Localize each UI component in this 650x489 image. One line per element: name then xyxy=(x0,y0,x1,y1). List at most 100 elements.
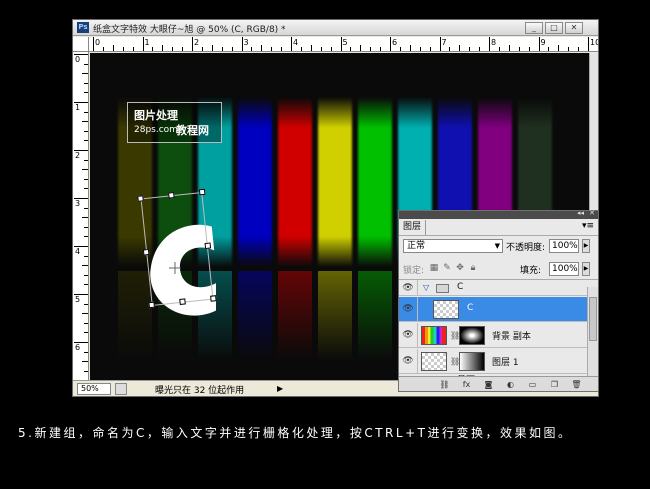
ruler-tick xyxy=(241,37,243,51)
watermark-line1: 图片处理 xyxy=(134,109,178,122)
ruler-tick xyxy=(538,37,540,51)
status-info-icon[interactable] xyxy=(115,383,127,395)
ruler-tick xyxy=(399,47,401,51)
blend-mode-select[interactable]: 正常 ▼ xyxy=(403,239,503,253)
eye-icon[interactable]: 👁︎ xyxy=(402,283,414,293)
watermark-logo: 图片处理 28ps.com 教程网 xyxy=(127,102,222,143)
title-bar[interactable]: Ps 纸盒文字特效 大眼仔~旭 @ 50% (C, RGB/8) * _ □ ✕ xyxy=(73,20,598,36)
transform-handle-top-right[interactable] xyxy=(198,188,206,196)
ruler-tick xyxy=(84,284,88,286)
ruler-tick xyxy=(102,47,104,51)
eye-icon[interactable]: 👁︎ xyxy=(402,304,414,314)
ruler-tick xyxy=(84,226,88,228)
ruler-left-number: 0 xyxy=(75,55,81,64)
transform-handle-right[interactable] xyxy=(204,242,212,250)
ruler-tick xyxy=(84,92,88,94)
ruler-tick xyxy=(479,47,481,51)
restore-button[interactable]: □ xyxy=(545,22,563,34)
tab-layers[interactable]: 图层 xyxy=(399,220,427,235)
transform-handle-bottom-left[interactable] xyxy=(148,301,156,309)
layer-row-c[interactable]: 👁︎ C xyxy=(399,297,589,322)
layer-row-group-c[interactable]: 👁︎ ▽ C xyxy=(399,280,589,296)
ruler-tick xyxy=(112,45,114,51)
layer-row-background-copy[interactable]: 👁︎ ⛓︎ 背景 副本 xyxy=(399,323,589,348)
ruler-tick xyxy=(419,47,421,51)
lock-all-icon[interactable]: 🔒︎ xyxy=(468,263,478,273)
ruler-tick xyxy=(370,47,372,51)
layer-mask-thumbnail[interactable] xyxy=(459,352,485,371)
transform-handle-top[interactable] xyxy=(168,191,175,199)
panel-grip[interactable]: ◂◂ ✕ xyxy=(399,209,598,219)
ruler-tick xyxy=(271,47,273,51)
collapse-icon[interactable]: ◂◂ xyxy=(577,209,584,217)
scrollbar-thumb[interactable] xyxy=(589,297,597,341)
fill-field[interactable]: 100% xyxy=(549,262,579,276)
zoom-field[interactable]: 50% xyxy=(77,383,111,395)
transform-handle-left[interactable] xyxy=(142,248,150,256)
panel-close-icon[interactable]: ✕ xyxy=(589,209,595,217)
ruler-tick xyxy=(231,47,233,51)
light-stripe-reflection xyxy=(238,271,272,361)
lock-transparent-icon[interactable]: ▦ xyxy=(429,263,439,273)
ruler-corner[interactable] xyxy=(73,37,89,52)
ruler-tick xyxy=(84,255,88,257)
layer-thumbnail xyxy=(421,352,447,371)
ruler-tick xyxy=(82,169,88,171)
ruler-tick xyxy=(132,47,134,51)
ruler-top-number: 9 xyxy=(540,38,546,47)
ruler-tick xyxy=(261,45,263,51)
transform-handle-bottom[interactable] xyxy=(179,298,186,306)
ruler-tick xyxy=(82,73,88,75)
lock-brush-icon[interactable]: ✎ xyxy=(442,263,452,273)
minimize-button[interactable]: _ xyxy=(525,22,543,34)
ruler-tick xyxy=(84,322,88,324)
opacity-arrow-icon[interactable]: ▶ xyxy=(582,239,590,253)
transform-handle-bottom-right[interactable] xyxy=(210,295,217,302)
ruler-horizontal[interactable]: 0 1 2 3 4 5 6 7 8 9 10 xyxy=(89,37,598,52)
layer-name: 图层 1 xyxy=(492,358,519,368)
add-mask-icon[interactable]: ◙ xyxy=(483,379,494,390)
ruler-tick xyxy=(508,45,510,51)
fill-arrow-icon[interactable]: ▶ xyxy=(582,262,590,276)
delete-layer-icon[interactable]: 🗑︎ xyxy=(571,379,582,390)
ruler-left-number: 1 xyxy=(75,103,81,112)
ruler-tick xyxy=(84,351,88,353)
expand-arrow-icon[interactable]: ▽ xyxy=(423,283,429,292)
new-layer-icon[interactable]: ❐ xyxy=(549,379,560,390)
ruler-vertical[interactable]: 01234567 xyxy=(73,52,89,380)
ruler-tick xyxy=(300,47,302,51)
ruler-tick xyxy=(251,47,253,51)
instruction-caption: 5.新建组，命名为C，输入文字并进行栅格化处理，按CTRL+T进行变换，效果如图… xyxy=(18,426,573,440)
eye-icon[interactable]: 👁︎ xyxy=(402,330,414,340)
eye-icon[interactable]: 👁︎ xyxy=(402,356,414,366)
link-layers-icon[interactable]: ⛓︎ xyxy=(439,379,450,390)
lock-move-icon[interactable]: ✥ xyxy=(455,263,465,273)
light-stripe-reflection xyxy=(318,271,352,361)
ruler-tick xyxy=(84,178,88,180)
layer-mask-thumbnail[interactable] xyxy=(459,326,485,345)
panel-menu-icon[interactable]: ▾≡ xyxy=(582,221,594,231)
transform-handle-top-left[interactable] xyxy=(137,195,144,202)
ruler-tick xyxy=(84,63,88,65)
new-group-icon[interactable]: ▭ xyxy=(527,379,538,390)
ruler-tick xyxy=(82,313,88,315)
ruler-tick xyxy=(84,370,88,372)
ruler-tick xyxy=(340,37,342,51)
close-button[interactable]: ✕ xyxy=(565,22,583,34)
ruler-top-number: 5 xyxy=(342,38,348,47)
eye-separator xyxy=(417,280,418,295)
light-stripe-reflection xyxy=(358,271,392,361)
layer-name: 背景 副本 xyxy=(492,332,531,342)
ruler-tick xyxy=(568,47,570,51)
opacity-field[interactable]: 100% xyxy=(549,239,579,253)
ruler-tick xyxy=(192,37,193,51)
ruler-tick xyxy=(578,47,580,51)
adjustment-layer-icon[interactable]: ◐ xyxy=(505,379,516,390)
status-menu-arrow-icon[interactable]: ▶ xyxy=(277,383,287,395)
transform-bounding-box[interactable] xyxy=(137,188,217,309)
layer-row-layer-1[interactable]: 👁︎ ⛓︎ 图层 1 xyxy=(399,349,589,374)
layer-thumbnail xyxy=(433,300,459,319)
layers-scrollbar[interactable] xyxy=(587,287,598,377)
layer-style-icon[interactable]: fx xyxy=(461,379,472,390)
ruler-tick xyxy=(558,45,560,51)
